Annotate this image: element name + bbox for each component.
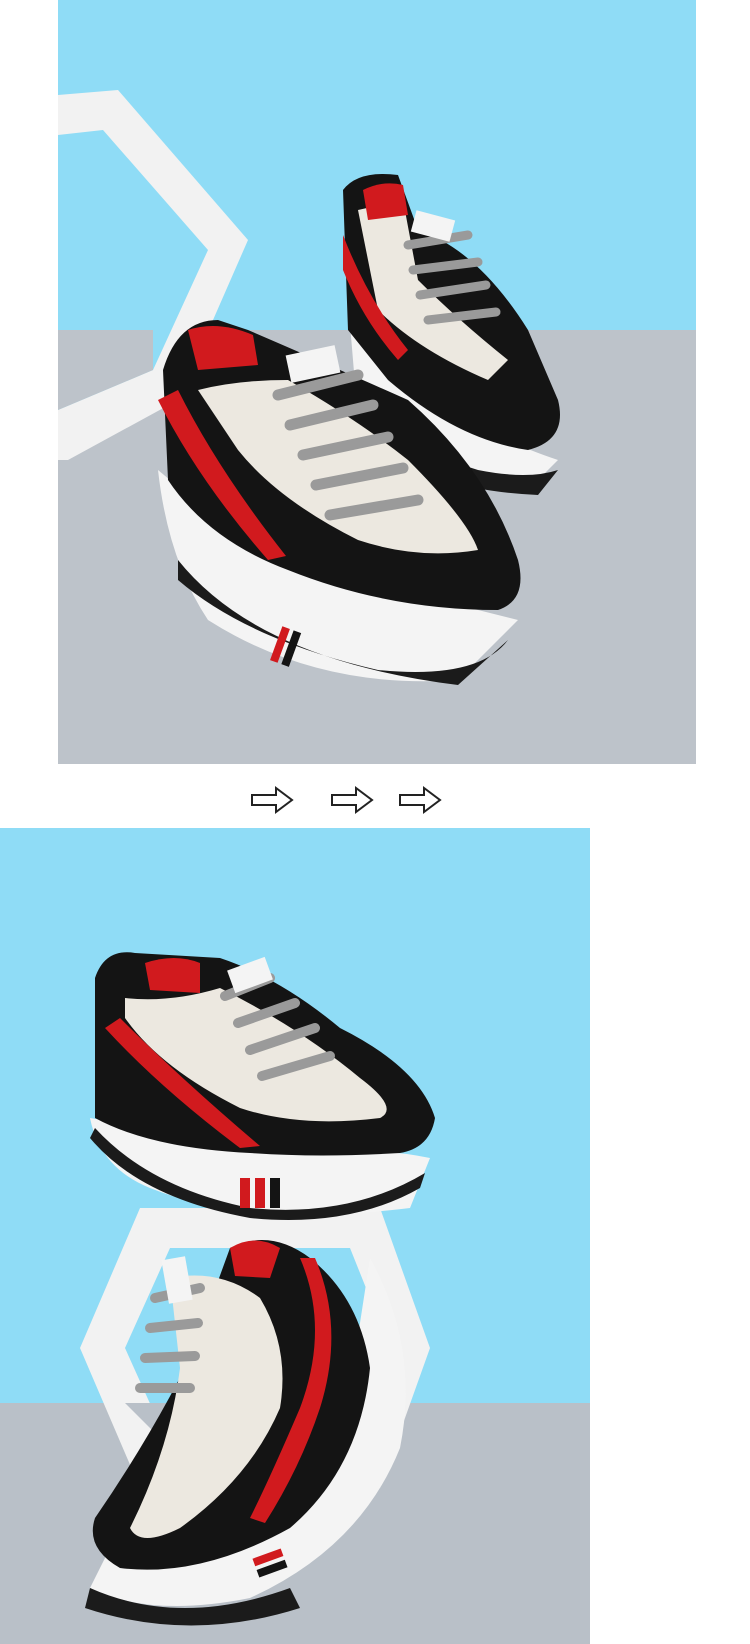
sneaker-pair-illustration bbox=[58, 0, 696, 764]
arrow-row bbox=[0, 784, 750, 816]
product-photo-top bbox=[58, 0, 696, 764]
arrow-right-icon bbox=[398, 784, 444, 816]
arrow-right-icon bbox=[250, 784, 296, 816]
stacked-sneakers-illustration bbox=[0, 828, 590, 1644]
product-photo-bottom bbox=[0, 828, 590, 1644]
arrow-right-icon bbox=[330, 784, 376, 816]
